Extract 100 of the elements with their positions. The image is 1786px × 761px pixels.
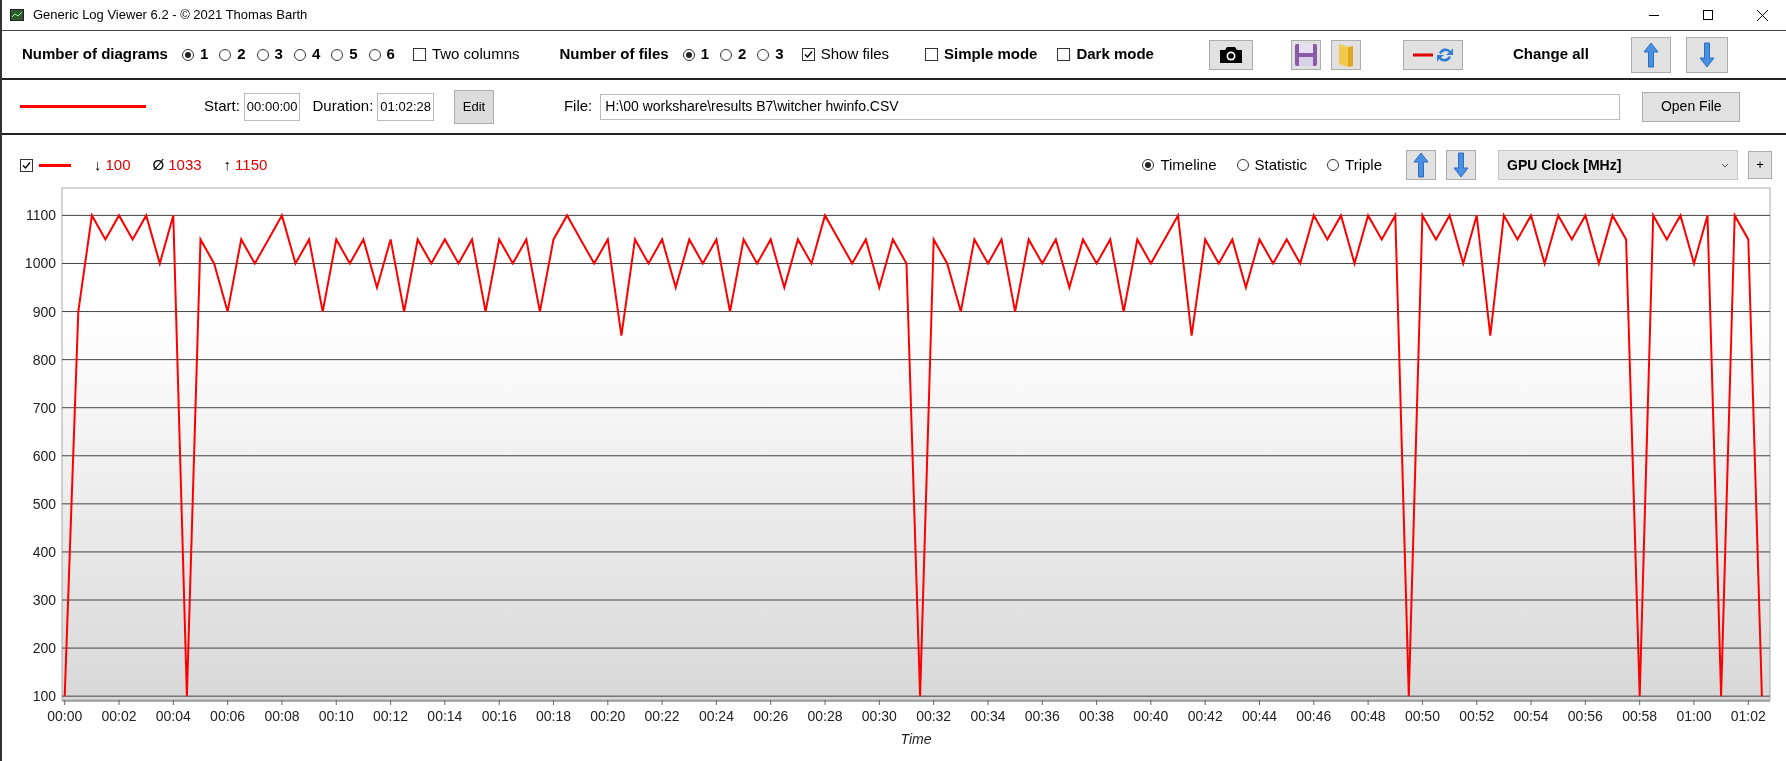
checkbox[interactable]	[412, 48, 426, 61]
checkbox[interactable]	[20, 158, 33, 172]
duration-label: Duration:	[312, 96, 374, 117]
window-title: Generic Log Viewer 6.2 - © 2021 Thomas Barth	[33, 6, 308, 25]
x-tick-label: 00:30	[861, 708, 897, 724]
y-tick-label: 200	[32, 640, 56, 657]
radio-label[interactable]: Timeline	[1160, 153, 1217, 177]
maximize-icon[interactable]	[1703, 10, 1713, 20]
radio-label[interactable]: 3	[775, 43, 784, 66]
radio-label[interactable]: 2	[738, 43, 747, 66]
y-tick-label: 300	[32, 592, 56, 608]
x-tick-label: 00:34	[970, 708, 1006, 724]
up-arrow-icon	[1642, 41, 1659, 68]
checkbox[interactable]	[801, 48, 815, 61]
y-tick-label: 1000	[24, 255, 56, 272]
camera-button[interactable]	[1208, 39, 1253, 70]
edit-button[interactable]: Edit	[453, 89, 494, 124]
min-value: 100	[105, 154, 131, 175]
files-label: Number of files	[559, 44, 669, 65]
checkbox-label[interactable]: Two columns	[431, 43, 520, 66]
x-tick-label: 00:22	[644, 708, 680, 724]
up-arrow-icon	[1413, 152, 1429, 178]
change-all-label: Change all	[1512, 44, 1589, 65]
max-arrow: ↑	[223, 154, 232, 175]
file-path-field[interactable]: H:\00 workshare\results B7\witcher hwinfo.CSV	[600, 93, 1621, 120]
x-tick-label: 00:46	[1296, 708, 1332, 724]
move-up-button[interactable]	[1406, 150, 1436, 180]
save-button[interactable]	[1290, 39, 1321, 70]
x-tick-label: 00:48	[1350, 708, 1386, 724]
move-down-button[interactable]	[1446, 150, 1476, 180]
avg-value: 1033	[168, 154, 202, 175]
x-tick-label: 00:08	[264, 708, 300, 724]
radio-label[interactable]: 2	[237, 43, 246, 66]
radio-label[interactable]: Statistic	[1254, 153, 1308, 177]
x-tick-label: 00:06	[210, 708, 246, 724]
checkbox-label[interactable]: Show files	[820, 43, 890, 66]
y-tick-label: 900	[32, 303, 56, 320]
x-tick-label: 00:24	[698, 708, 734, 724]
y-tick-label: 400	[32, 543, 56, 560]
line-color-swatch[interactable]	[39, 163, 71, 167]
start-field[interactable]: 00:00:00	[243, 92, 301, 121]
x-tick-label: 00:32	[916, 708, 952, 724]
x-tick-label: 00:54	[1513, 708, 1549, 724]
x-tick-label: 00:52	[1459, 708, 1495, 724]
radio-label[interactable]: 1	[199, 43, 209, 66]
x-tick-label: 00:04	[155, 708, 191, 724]
move-down-button[interactable]	[1685, 36, 1728, 73]
radio-label[interactable]: 3	[274, 43, 283, 66]
x-tick-label: 00:16	[481, 708, 517, 724]
down-arrow-icon	[1698, 41, 1715, 68]
x-tick-label: 00:38	[1079, 708, 1115, 724]
checkbox[interactable]	[925, 48, 939, 61]
x-tick-label: 00:26	[753, 708, 789, 724]
radio-label[interactable]: 4	[311, 43, 321, 66]
x-tick-label: 00:28	[807, 708, 843, 724]
checkbox-label[interactable]: Simple mode	[944, 43, 1038, 66]
duration-field[interactable]: 01:02:28	[377, 92, 434, 121]
diagrams-label: Number of diagrams	[22, 44, 168, 65]
y-tick-label: 800	[32, 351, 56, 368]
file-label: File:	[563, 96, 593, 117]
radio-label[interactable]: 5	[349, 43, 358, 66]
x-tick-label: 00:00	[47, 708, 83, 724]
y-tick-label: 100	[32, 688, 56, 705]
x-tick-label: 00:20	[590, 708, 626, 724]
x-tick-label: 00:58	[1622, 708, 1658, 724]
x-tick-label: 00:12	[373, 708, 409, 724]
radio-label[interactable]: 1	[700, 43, 709, 66]
x-tick-label: 00:18	[535, 708, 571, 724]
channel-dropdown[interactable]: GPU Clock [MHz]	[1498, 150, 1738, 180]
line-color-swatch[interactable]	[20, 105, 146, 108]
checkbox-label[interactable]: Dark mode	[1076, 43, 1154, 66]
checkbox[interactable]	[1057, 48, 1071, 61]
x-tick-label: 00:14	[427, 708, 463, 724]
line-color-button[interactable]	[1402, 39, 1463, 70]
down-arrow-icon	[1453, 152, 1469, 178]
x-tick-label: 00:40	[1133, 708, 1169, 724]
x-tick-label: 00:10	[318, 708, 354, 724]
camera-icon	[1217, 44, 1244, 65]
close-icon[interactable]	[1757, 9, 1768, 21]
x-tick-label: 00:02	[101, 708, 137, 724]
y-tick-label: 700	[32, 399, 56, 416]
radio-label[interactable]: 6	[386, 43, 395, 66]
x-axis-title: Time	[900, 731, 932, 747]
add-button[interactable]: +	[1748, 151, 1772, 179]
start-label: Start:	[204, 96, 240, 117]
x-tick-label: 00:50	[1404, 708, 1440, 724]
move-up-button[interactable]	[1630, 36, 1671, 73]
y-tick-label: 500	[32, 495, 56, 512]
radio-label[interactable]: Triple	[1345, 153, 1382, 177]
max-value: 1150	[235, 154, 268, 175]
app-icon	[10, 9, 24, 21]
x-tick-label: 00:36	[1024, 708, 1060, 724]
y-tick-label: 1100	[25, 207, 56, 224]
x-tick-label: 00:56	[1567, 708, 1603, 724]
open-file-button[interactable]: Open File	[1642, 91, 1741, 122]
chevron-down-icon	[1721, 162, 1729, 168]
min-arrow: ↓	[94, 154, 102, 175]
x-tick-label: 00:44	[1242, 708, 1277, 724]
x-tick-label: 00:42	[1187, 708, 1223, 724]
avg-symbol: Ø	[152, 154, 165, 175]
